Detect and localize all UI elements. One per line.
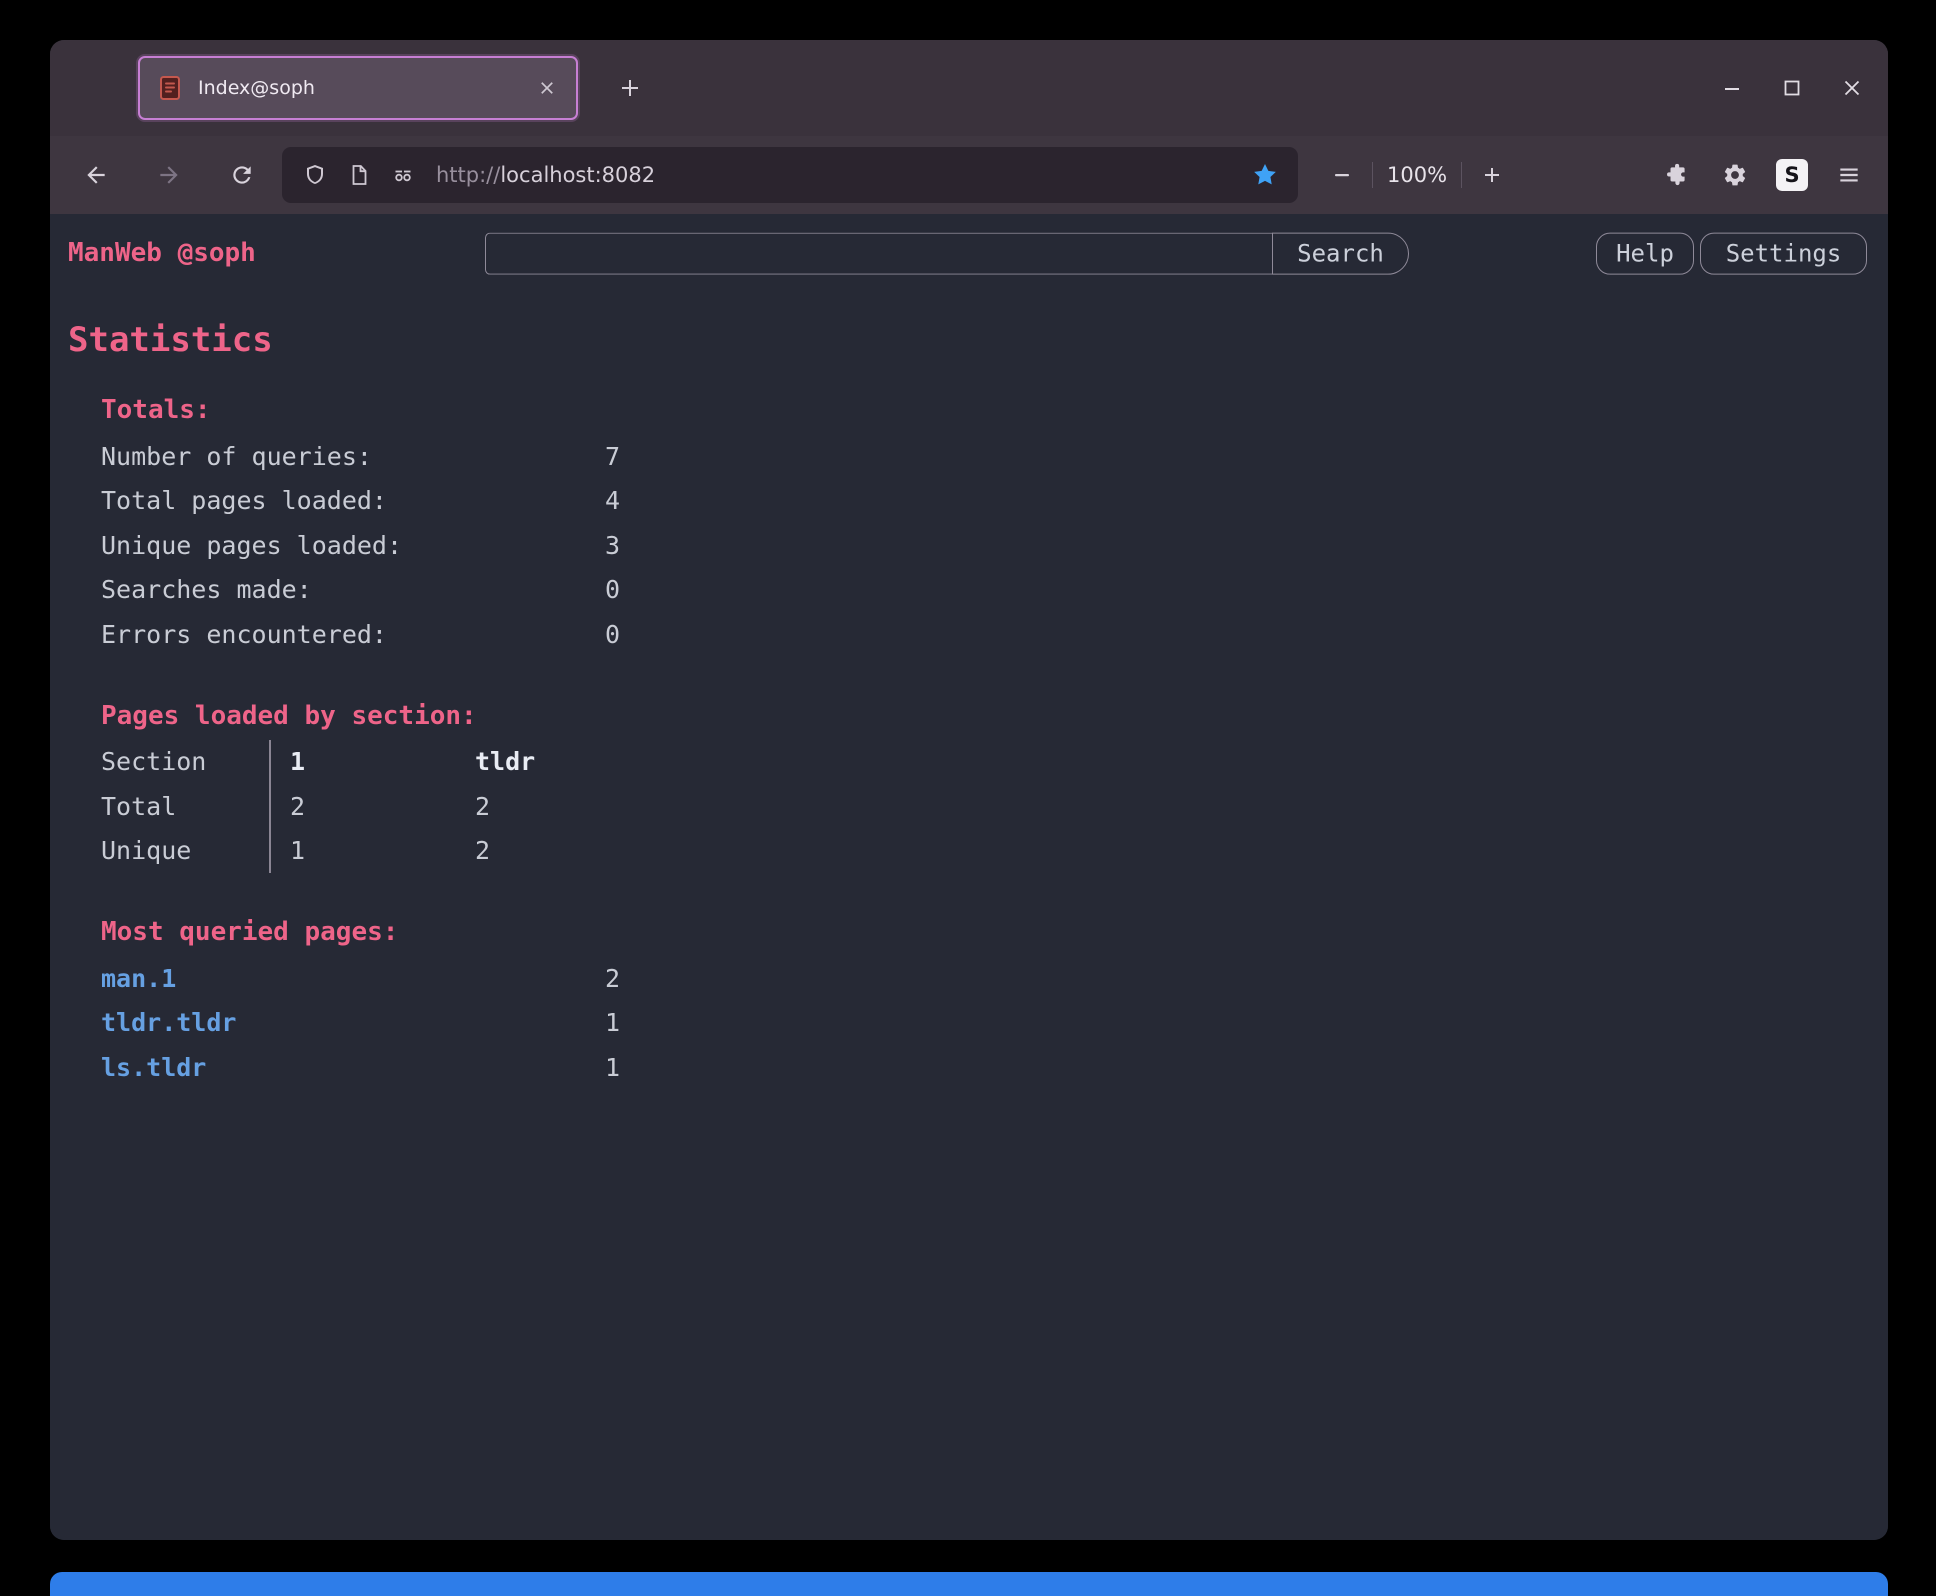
table-col-header: tldr <box>475 747 535 776</box>
url-scheme: http:// <box>436 163 500 187</box>
list-item: tldr.tldr 1 <box>101 1001 1888 1046</box>
maximize-button[interactable] <box>1768 64 1816 112</box>
browser-window: Index@soph <box>50 40 1888 1540</box>
toolbar-divider <box>1372 162 1373 188</box>
query-count: 1 <box>605 1008 620 1037</box>
tab-favicon-icon <box>156 74 184 102</box>
zoom-in-icon[interactable] <box>1472 155 1512 195</box>
url-host: localhost:8082 <box>500 163 655 187</box>
list-item: ls.tldr 1 <box>101 1045 1888 1090</box>
most-queried-list: man.1 2 tldr.tldr 1 ls.tldr 1 <box>101 956 1888 1090</box>
bookmark-star-icon[interactable] <box>1246 156 1284 194</box>
site-header: ManWeb @soph Search Help Settings <box>50 214 1888 290</box>
most-queried-heading: Most queried pages: <box>101 910 1888 954</box>
tracking-protection-shield-icon[interactable] <box>296 156 334 194</box>
stat-value: 0 <box>605 575 620 604</box>
zoom-controls: 100% <box>1322 155 1512 195</box>
site-brand-link[interactable]: ManWeb @soph <box>68 238 256 268</box>
stat-row: Total pages loaded: 4 <box>101 479 1888 524</box>
forward-button[interactable] <box>145 151 193 199</box>
active-tab[interactable]: Index@soph <box>138 56 578 120</box>
navigation-toolbar: http://localhost:8082 100% <box>50 136 1888 214</box>
query-count: 1 <box>605 1053 620 1082</box>
help-button[interactable]: Help <box>1596 233 1694 275</box>
page-content: ManWeb @soph Search Help Settings Statis… <box>50 214 1888 1540</box>
table-cell: 1 <box>290 836 475 865</box>
page-info-icon[interactable] <box>340 156 378 194</box>
tab-title: Index@soph <box>198 77 518 99</box>
page-title: Statistics <box>68 318 1888 362</box>
zoom-level[interactable]: 100% <box>1383 163 1451 187</box>
header-nav-buttons: Help Settings <box>1596 233 1867 275</box>
stat-value: 0 <box>605 620 620 649</box>
search-group: Search <box>485 233 1409 275</box>
stat-row: Errors encountered: 0 <box>101 612 1888 657</box>
reload-button[interactable] <box>218 151 266 199</box>
background-window-edge <box>50 1572 1888 1596</box>
table-cell: 2 <box>475 836 490 865</box>
table-row-values: 1 2 <box>269 829 490 874</box>
menu-hamburger-icon[interactable] <box>1826 152 1872 198</box>
url-text: http://localhost:8082 <box>436 163 655 187</box>
screen: Index@soph <box>0 0 1936 1596</box>
page-link[interactable]: ls.tldr <box>101 1053 206 1082</box>
table-row: Unique 1 2 <box>101 829 1888 874</box>
stat-label: Errors encountered: <box>101 620 605 649</box>
stat-row: Searches made: 0 <box>101 568 1888 613</box>
settings-button[interactable]: Settings <box>1700 233 1867 275</box>
minimize-button[interactable] <box>1708 64 1756 112</box>
totals-list: Number of queries: 7 Total pages loaded:… <box>101 434 1888 657</box>
totals-heading: Totals: <box>101 388 1888 432</box>
toolbar-divider <box>1461 162 1462 188</box>
stat-label: Number of queries: <box>101 442 605 471</box>
stat-value: 3 <box>605 531 620 560</box>
settings-gear-icon[interactable] <box>1712 152 1758 198</box>
table-col-header: 1 <box>290 747 475 776</box>
stat-value: 4 <box>605 486 620 515</box>
stat-label: Total pages loaded: <box>101 486 605 515</box>
s-extension-badge[interactable]: S <box>1776 159 1808 191</box>
tab-close-icon[interactable] <box>532 73 562 103</box>
query-count: 2 <box>605 964 620 993</box>
stat-label: Unique pages loaded: <box>101 531 605 560</box>
stat-value: 7 <box>605 442 620 471</box>
table-row: Total 2 2 <box>101 784 1888 829</box>
table-row-label: Unique <box>101 836 269 865</box>
window-controls <box>1708 40 1876 136</box>
close-button[interactable] <box>1828 64 1876 112</box>
toolbar-right-icons: S <box>1654 152 1872 198</box>
titlebar: Index@soph <box>50 40 1888 136</box>
back-button[interactable] <box>72 151 120 199</box>
stat-row: Unique pages loaded: 3 <box>101 523 1888 568</box>
table-row-label: Total <box>101 792 269 821</box>
url-bar[interactable]: http://localhost:8082 <box>282 147 1298 203</box>
zoom-out-icon[interactable] <box>1322 155 1362 195</box>
stat-label: Searches made: <box>101 575 605 604</box>
new-tab-button[interactable] <box>610 68 650 108</box>
table-row-header: Section <box>101 747 269 776</box>
section-table: Section 1 tldr Total 2 2 Unique <box>101 740 1888 874</box>
search-input[interactable] <box>485 233 1272 275</box>
table-cell: 2 <box>290 792 475 821</box>
extensions-puzzle-icon[interactable] <box>1654 152 1700 198</box>
section-table-header: Section 1 tldr <box>101 740 1888 785</box>
permissions-icon[interactable] <box>384 156 422 194</box>
table-header-values: 1 tldr <box>269 740 535 785</box>
page-link[interactable]: man.1 <box>101 964 176 993</box>
page-link[interactable]: tldr.tldr <box>101 1008 236 1037</box>
by-section-heading: Pages loaded by section: <box>101 694 1888 738</box>
search-button[interactable]: Search <box>1272 233 1409 275</box>
table-cell: 2 <box>475 792 490 821</box>
table-row-values: 2 2 <box>269 784 490 829</box>
list-item: man.1 2 <box>101 956 1888 1001</box>
stat-row: Number of queries: 7 <box>101 434 1888 479</box>
